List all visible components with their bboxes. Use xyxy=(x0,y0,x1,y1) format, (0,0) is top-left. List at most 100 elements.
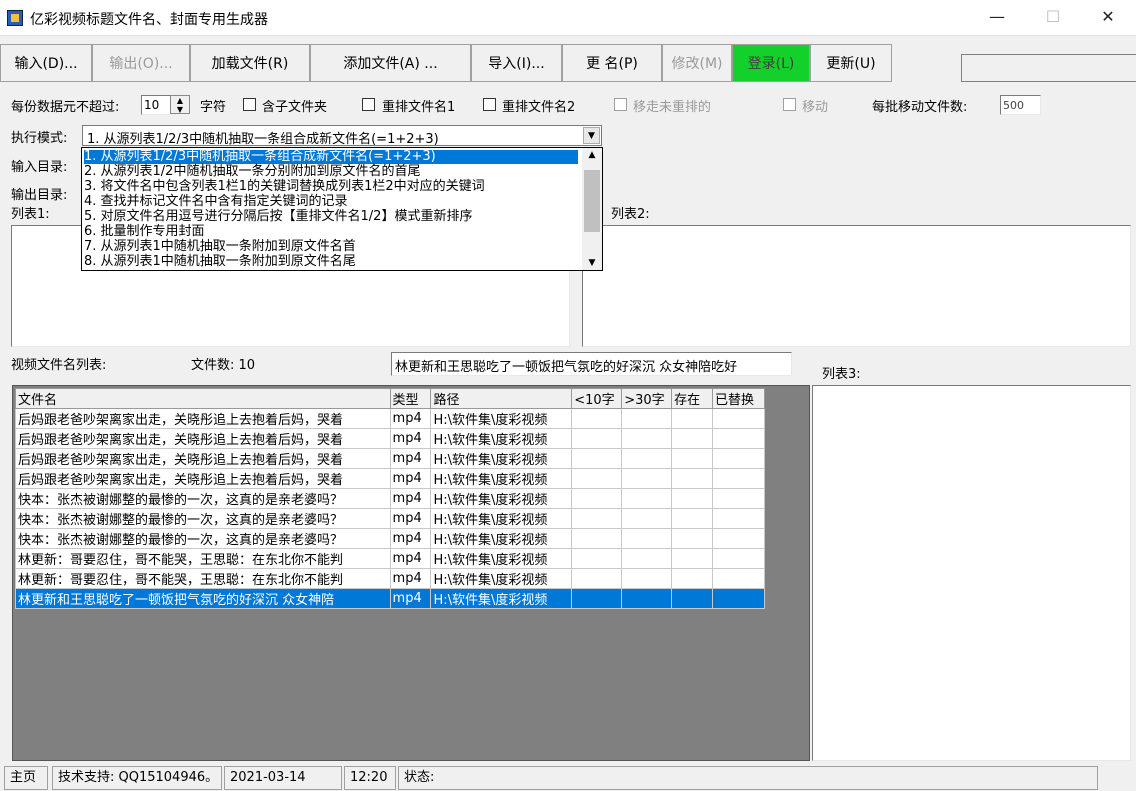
add-file-button[interactable]: 添加文件(A) ... xyxy=(310,44,471,82)
table-cell: mp4 xyxy=(389,468,432,489)
table-cell xyxy=(621,588,673,609)
mode-option[interactable]: 8. 从源列表1中随机抽取一条附加到原文件名尾 xyxy=(84,255,356,269)
chevron-down-icon[interactable]: ▼ xyxy=(583,127,600,144)
table-row[interactable]: 后妈跟老爸吵架离家出走，关晓彤追上去抱着后妈，哭着 mp4 H:\软件集\度彩视频 xyxy=(15,468,765,489)
table-cell xyxy=(712,428,765,449)
mode-dropdown-list[interactable]: 1. 从源列表1/2/3中随机抽取一条组合成新文件名(=1+2+3) 2. 从源… xyxy=(81,147,603,271)
move-checkbox[interactable] xyxy=(783,98,796,111)
table-cell: H:\软件集\度彩视频 xyxy=(430,408,573,429)
app-icon xyxy=(7,10,23,26)
table-cell xyxy=(671,568,714,589)
table-cell xyxy=(571,488,623,509)
import-button[interactable]: 导入(I)... xyxy=(471,44,562,82)
input-button[interactable]: 输入(D)... xyxy=(0,44,92,82)
status-support: 技术支持: QQ15104946。 xyxy=(52,766,222,790)
table-cell: H:\软件集\度彩视频 xyxy=(430,508,573,529)
mode-select[interactable]: 1. 从源列表1/2/3中随机抽取一条组合成新文件名(=1+2+3) ▼ xyxy=(82,125,602,147)
mode-option[interactable]: 1. 从源列表1/2/3中随机抽取一条组合成新文件名(=1+2+3) xyxy=(84,150,578,164)
table-cell xyxy=(671,448,714,469)
col-type[interactable]: 类型 xyxy=(389,388,432,409)
minimize-button[interactable]: — xyxy=(974,0,1020,34)
table-cell xyxy=(571,548,623,569)
scrollbar-thumb[interactable] xyxy=(584,170,600,232)
table-cell: mp4 xyxy=(389,528,432,549)
reorder2-label: 重排文件名2 xyxy=(502,100,576,115)
table-cell xyxy=(621,508,673,529)
col-path[interactable]: 路径 xyxy=(430,388,573,409)
move-unsorted-checkbox[interactable] xyxy=(614,98,627,111)
table-row[interactable]: 林更新：哥要忍住，哥不能哭，王思聪：在东北你不能判 mp4 H:\软件集\度彩视频 xyxy=(15,548,765,569)
max-units-label: 每份数据元不超过: xyxy=(11,100,120,115)
table-cell xyxy=(571,568,623,589)
mode-option[interactable]: 6. 批量制作专用封面 xyxy=(84,225,205,239)
max-units-input[interactable]: 10 xyxy=(141,95,172,115)
mode-option[interactable]: 3. 将文件名中包含列表1栏1的关键词替换成列表1栏2中对应的关键词 xyxy=(84,180,485,194)
table-cell: 快本：张杰被谢娜整的最惨的一次，这真的是亲老婆吗？ xyxy=(15,508,391,529)
table-cell xyxy=(671,468,714,489)
mode-option[interactable]: 5. 对原文件名用逗号进行分隔后按【重排文件名1/2】模式重新排序 xyxy=(84,210,472,224)
reorder2-checkbox[interactable] xyxy=(483,98,496,111)
login-button[interactable]: 登录(L) xyxy=(732,44,810,82)
file-count-label: 文件数: 10 xyxy=(191,358,256,373)
table-cell xyxy=(712,468,765,489)
dropdown-scrollbar[interactable]: ▲ ▼ xyxy=(582,148,602,270)
table-row[interactable]: 快本：张杰被谢娜整的最惨的一次，这真的是亲老婆吗？ mp4 H:\软件集\度彩视频 xyxy=(15,528,765,549)
modify-button[interactable]: 修改(M) xyxy=(662,44,732,82)
status-home: 主页 xyxy=(4,766,48,790)
table-cell xyxy=(621,568,673,589)
list2-label: 列表2: xyxy=(611,207,650,222)
col-short[interactable]: <10字 xyxy=(571,388,623,409)
col-filename[interactable]: 文件名 xyxy=(15,388,391,409)
table-cell xyxy=(712,448,765,469)
reorder1-checkbox[interactable] xyxy=(362,98,375,111)
close-button[interactable]: ✕ xyxy=(1085,0,1131,34)
mode-label: 执行模式: xyxy=(11,131,68,146)
table-row[interactable]: 快本：张杰被谢娜整的最惨的一次，这真的是亲老婆吗？ mp4 H:\软件集\度彩视频 xyxy=(15,488,765,509)
mode-option[interactable]: 7. 从源列表1中随机抽取一条附加到原文件名首 xyxy=(84,240,356,254)
col-replaced[interactable]: 已替换 xyxy=(712,388,765,409)
table-row[interactable]: 后妈跟老爸吵架离家出走，关晓彤追上去抱着后妈，哭着 mp4 H:\软件集\度彩视频 xyxy=(15,448,765,469)
spin-up-icon[interactable]: ▲ xyxy=(171,96,189,105)
list3-label: 列表3: xyxy=(822,367,861,382)
input-dir-label: 输入目录: xyxy=(11,160,68,175)
table-cell: mp4 xyxy=(389,408,432,429)
toolbar: 输入(D)... 输出(O)... 加载文件(R) 添加文件(A) ... 导入… xyxy=(0,44,1136,84)
include-subfolders-checkbox[interactable] xyxy=(243,98,256,111)
table-cell: mp4 xyxy=(389,488,432,509)
table-cell: H:\软件集\度彩视频 xyxy=(430,588,573,609)
table-cell: mp4 xyxy=(389,588,432,609)
table-row[interactable]: 快本：张杰被谢娜整的最惨的一次，这真的是亲老婆吗？ mp4 H:\软件集\度彩视频 xyxy=(15,508,765,529)
table-row[interactable]: 林更新：哥要忍住，哥不能哭，王思聪：在东北你不能判 mp4 H:\软件集\度彩视频 xyxy=(15,568,765,589)
batch-move-input[interactable]: 500 xyxy=(1000,95,1041,115)
col-long[interactable]: >30字 xyxy=(621,388,673,409)
scroll-up-icon[interactable]: ▲ xyxy=(582,150,602,160)
scroll-down-icon[interactable]: ▼ xyxy=(582,258,602,268)
current-filename-field[interactable]: 林更新和王思聪吃了一顿饭把气氛吃的好深沉 众女神陪吃好 xyxy=(391,352,792,376)
mode-option[interactable]: 4. 查找并标记文件名中含有指定关键词的记录 xyxy=(84,195,348,209)
max-units-spinner[interactable]: ▲ ▼ xyxy=(170,95,190,114)
table-cell xyxy=(712,528,765,549)
list2-textarea[interactable] xyxy=(582,225,1131,347)
table-cell: H:\软件集\度彩视频 xyxy=(430,568,573,589)
maximize-button[interactable]: ☐ xyxy=(1030,0,1076,34)
spin-down-icon[interactable]: ▼ xyxy=(171,105,189,114)
reorder1-label: 重排文件名1 xyxy=(382,100,456,115)
table-cell xyxy=(712,588,765,609)
table-row[interactable]: 后妈跟老爸吵架离家出走，关晓彤追上去抱着后妈，哭着 mp4 H:\软件集\度彩视频 xyxy=(15,428,765,449)
table-row[interactable]: 林更新和王思聪吃了一顿饭把气氛吃的好深沉 众女神陪 mp4 H:\软件集\度彩视频 xyxy=(15,588,765,609)
load-file-button[interactable]: 加载文件(R) xyxy=(190,44,310,82)
mode-option[interactable]: 2. 从源列表1/2中随机抽取一条分别附加到原文件名的首尾 xyxy=(84,165,420,179)
table-cell: H:\软件集\度彩视频 xyxy=(430,448,573,469)
rename-button[interactable]: 更 名(P) xyxy=(562,44,662,82)
move-unsorted-label: 移走未重排的 xyxy=(633,100,712,115)
table-cell: 快本：张杰被谢娜整的最惨的一次，这真的是亲老婆吗？ xyxy=(15,488,391,509)
table-cell xyxy=(571,528,623,549)
table-cell xyxy=(571,468,623,489)
list3-textarea[interactable] xyxy=(812,385,1131,761)
output-button[interactable]: 输出(O)... xyxy=(92,44,190,82)
update-button[interactable]: 更新(U) xyxy=(810,44,892,82)
table-row[interactable]: 后妈跟老爸吵架离家出走，关晓彤追上去抱着后妈，哭着 mp4 H:\软件集\度彩视频 xyxy=(15,408,765,429)
col-exists[interactable]: 存在 xyxy=(671,388,714,409)
table-cell xyxy=(571,428,623,449)
table-cell xyxy=(671,548,714,569)
